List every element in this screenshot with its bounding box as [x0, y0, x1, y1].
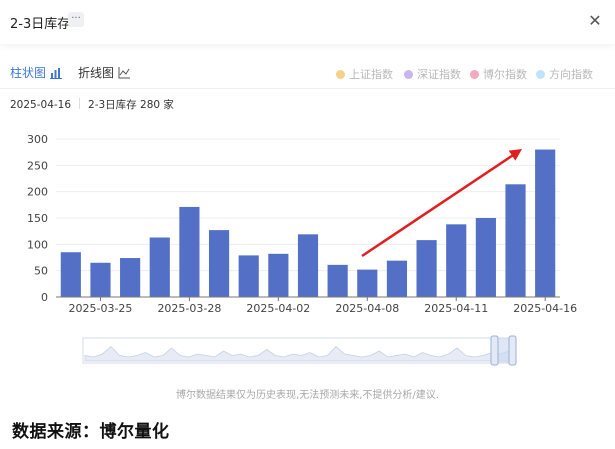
bar: [357, 269, 378, 297]
x-tick-label: 2025-04-16: [513, 302, 577, 315]
y-tick-label: 300: [27, 133, 48, 146]
bar: [208, 230, 230, 297]
chart-panel: 2-3日库存 ··· ✕ 柱状图 折线图 上证指数 深证指数 博尔指数 方向指数…: [0, 0, 615, 405]
zoom-handle-right: [508, 335, 517, 366]
bar: [327, 264, 348, 297]
bar: [416, 240, 437, 297]
x-tick-label: 2025-04-02: [246, 302, 310, 315]
y-tick-label: 250: [27, 159, 48, 172]
x-tick-label: 2025-04-08: [335, 302, 399, 315]
bar: [475, 218, 496, 297]
bar: [268, 253, 289, 297]
data-source: 数据来源：博尔量化: [12, 422, 170, 442]
bar: [149, 237, 170, 297]
y-tick-label: 150: [27, 212, 48, 225]
x-tick-label: 2025-04-11: [424, 302, 488, 315]
x-axis: 2025-03-25 2025-03-28 2025-04-02 2025-04-08…: [56, 296, 577, 315]
zoom-handle-left: [490, 335, 499, 366]
bar: [386, 260, 408, 297]
bar: [179, 206, 200, 297]
bar: [120, 258, 141, 297]
x-tick-label: 2025-03-28: [157, 302, 221, 315]
bar: [297, 234, 319, 297]
bar: [505, 184, 526, 297]
y-axis: 0 50 100 150 200 250 300: [27, 133, 48, 304]
y-tick-label: 200: [27, 186, 48, 199]
bar: [535, 149, 556, 297]
y-tick-label: 100: [27, 238, 48, 251]
bar: [446, 224, 467, 297]
bar: [90, 262, 111, 297]
arrow-head: [508, 149, 522, 161]
bar: [60, 252, 81, 297]
y-tick-label: 0: [41, 291, 48, 304]
chart-bars: [60, 149, 556, 297]
y-tick-label: 50: [34, 265, 48, 278]
disclaimer: 博尔数据结果仅为历史表现,无法预测未来,不提供分析/建议.: [176, 390, 439, 401]
data-zoom-slider[interactable]: [82, 335, 517, 366]
bar: [238, 255, 259, 297]
x-tick-label: 2025-03-25: [69, 302, 133, 315]
bar-chart: 050100150200250300 2025-03-25 2025-03-28 2…: [27, 133, 577, 366]
